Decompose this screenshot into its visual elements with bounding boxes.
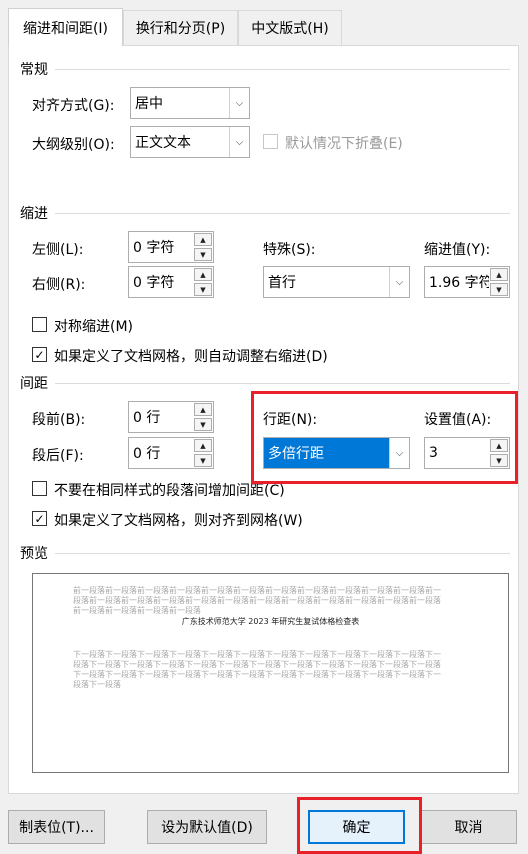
line-spacing-dropdown[interactable]: 多倍行距 ⌵ xyxy=(263,437,410,469)
left-indent-label: 左侧(L): xyxy=(32,242,84,258)
spacing-section-label: 间距 xyxy=(20,373,52,393)
tab-asian-typography[interactable]: 中文版式(H) xyxy=(238,10,342,45)
mirror-indents-checkbox[interactable] xyxy=(32,317,47,332)
tab-indent-spacing[interactable]: 缩进和间距(I) xyxy=(8,8,123,46)
ok-button[interactable]: 确定 xyxy=(308,810,405,844)
spacing-before-value: 0 行 xyxy=(133,410,161,426)
alignment-label: 对齐方式(G): xyxy=(32,98,115,114)
up-arrow-icon[interactable]: ▲ xyxy=(194,233,212,246)
down-arrow-icon[interactable]: ▼ xyxy=(490,283,508,296)
set-value-stepper[interactable]: 3 ▲ ▼ xyxy=(424,437,510,469)
preview-divider xyxy=(55,553,510,554)
set-value-label: 设置值(A): xyxy=(424,412,492,428)
line-spacing-value: 多倍行距 xyxy=(268,446,324,462)
preview-current-paragraph: 广东技术师范大学 2023 年研究生复试体格检查表 xyxy=(181,617,360,626)
down-arrow-icon[interactable]: ▼ xyxy=(490,454,508,467)
up-arrow-icon[interactable]: ▲ xyxy=(490,268,508,281)
paragraph-preview: 前一段落前一段落前一段落前一段落前一段落前一段落前一段落前一段落前一段落前一段落… xyxy=(32,573,509,773)
check-icon: ✓ xyxy=(34,347,45,362)
set-default-button[interactable]: 设为默认值(D) xyxy=(147,810,267,844)
left-indent-stepper[interactable]: 0 字符 ▲ ▼ xyxy=(128,231,214,263)
snap-to-grid-label: 如果定义了文档网格，则对齐到网格(W) xyxy=(54,513,303,529)
right-indent-value: 0 字符 xyxy=(133,275,175,291)
down-arrow-icon[interactable]: ▼ xyxy=(194,454,212,467)
cancel-button[interactable]: 取消 xyxy=(420,810,517,844)
auto-adjust-right-indent-checkbox[interactable]: ✓ xyxy=(32,347,47,362)
chevron-down-icon[interactable]: ⌵ xyxy=(389,267,409,297)
indent-by-label: 缩进值(Y): xyxy=(424,242,491,258)
spacing-after-stepper[interactable]: 0 行 ▲ ▼ xyxy=(128,437,214,469)
indent-section-label: 缩进 xyxy=(20,203,52,223)
mirror-indents-label: 对称缩进(M) xyxy=(54,319,134,335)
indent-by-stepper[interactable]: 1.96 字符 ▲ ▼ xyxy=(424,266,510,298)
no-space-same-style-label: 不要在相同样式的段落间增加间距(C) xyxy=(54,483,285,499)
tab-line-page-breaks[interactable]: 换行和分页(P) xyxy=(123,10,238,45)
chevron-down-icon[interactable]: ⌵ xyxy=(229,88,249,118)
up-arrow-icon[interactable]: ▲ xyxy=(194,439,212,452)
indent-by-value: 1.96 字符 xyxy=(429,275,493,291)
preview-section-label: 预览 xyxy=(20,543,52,563)
up-arrow-icon[interactable]: ▲ xyxy=(194,403,212,416)
spacing-before-stepper[interactable]: 0 行 ▲ ▼ xyxy=(128,401,214,433)
indent-divider xyxy=(55,213,510,214)
preview-next-paragraph: 下一段落下一段落下一段落下一段落下一段落下一段落下一段落下一段落下一段落下一段落… xyxy=(73,650,441,689)
preview-previous-paragraph: 前一段落前一段落前一段落前一段落前一段落前一段落前一段落前一段落前一段落前一段落… xyxy=(73,586,441,615)
outline-level-value: 正文文本 xyxy=(135,135,191,151)
snap-to-grid-checkbox[interactable]: ✓ xyxy=(32,511,47,526)
no-space-same-style-checkbox[interactable] xyxy=(32,481,47,496)
up-arrow-icon[interactable]: ▲ xyxy=(194,268,212,281)
special-indent-dropdown[interactable]: 首行 ⌵ xyxy=(263,266,410,298)
general-divider xyxy=(55,69,510,70)
left-indent-value: 0 字符 xyxy=(133,240,175,256)
right-indent-label: 右侧(R): xyxy=(32,277,86,293)
special-indent-value: 首行 xyxy=(268,275,296,291)
spacing-after-value: 0 行 xyxy=(133,446,161,462)
line-spacing-label: 行距(N): xyxy=(263,412,318,428)
chevron-down-icon[interactable]: ⌵ xyxy=(229,127,249,157)
general-section-label: 常规 xyxy=(20,59,52,79)
spacing-divider xyxy=(55,383,510,384)
set-value-value: 3 xyxy=(429,445,438,461)
outline-level-label: 大纲级别(O): xyxy=(32,137,115,153)
spacing-before-label: 段前(B): xyxy=(32,412,86,428)
special-indent-label: 特殊(S): xyxy=(263,242,316,258)
alignment-dropdown[interactable]: 居中 ⌵ xyxy=(130,87,250,119)
up-arrow-icon[interactable]: ▲ xyxy=(490,439,508,452)
check-icon: ✓ xyxy=(34,511,45,526)
down-arrow-icon[interactable]: ▼ xyxy=(194,283,212,296)
outline-level-dropdown[interactable]: 正文文本 ⌵ xyxy=(130,126,250,158)
auto-adjust-right-indent-label: 如果定义了文档网格，则自动调整右缩进(D) xyxy=(54,349,328,365)
collapse-default-checkbox[interactable] xyxy=(263,134,278,149)
alignment-value: 居中 xyxy=(135,96,163,112)
down-arrow-icon[interactable]: ▼ xyxy=(194,418,212,431)
tabs-button[interactable]: 制表位(T)... xyxy=(8,810,105,844)
right-indent-stepper[interactable]: 0 字符 ▲ ▼ xyxy=(128,266,214,298)
collapse-default-label: 默认情况下折叠(E) xyxy=(285,136,403,152)
spacing-after-label: 段后(F): xyxy=(32,448,84,464)
down-arrow-icon[interactable]: ▼ xyxy=(194,248,212,261)
chevron-down-icon[interactable]: ⌵ xyxy=(389,438,409,468)
